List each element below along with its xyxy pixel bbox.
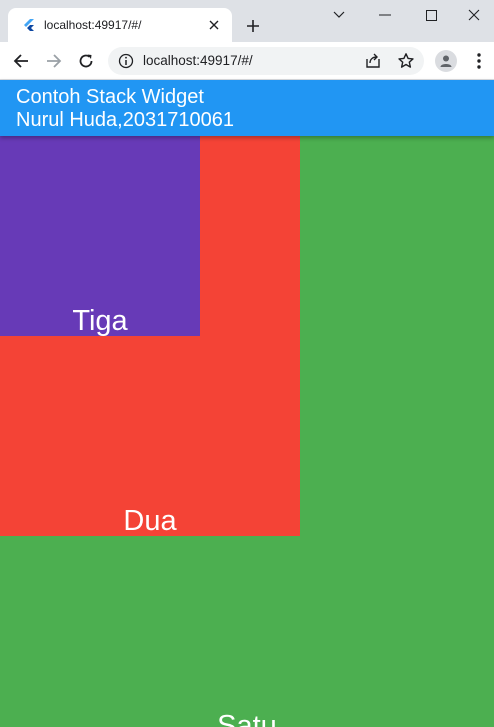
browser-toolbar: localhost:49917/#/ bbox=[0, 42, 494, 80]
url-text[interactable]: localhost:49917/#/ bbox=[143, 53, 253, 68]
forward-arrow-icon[interactable] bbox=[42, 49, 66, 73]
tab-search-icon[interactable] bbox=[316, 4, 362, 26]
box-label-tiga: Tiga bbox=[72, 305, 128, 337]
new-tab-icon[interactable] bbox=[243, 16, 263, 36]
browser-titlebar: localhost:49917/#/ bbox=[0, 0, 494, 42]
info-icon[interactable] bbox=[118, 53, 134, 69]
stack-box-tiga: Tiga bbox=[0, 136, 200, 337]
profile-avatar-icon[interactable] bbox=[435, 50, 457, 72]
back-arrow-icon[interactable] bbox=[9, 49, 33, 73]
flutter-icon bbox=[24, 19, 34, 31]
more-options-icon[interactable] bbox=[470, 51, 488, 71]
app-bar: Contoh Stack Widget Nurul Huda,203171006… bbox=[0, 80, 494, 136]
stack-widget: Satu Dua Tiga bbox=[0, 136, 494, 727]
close-window-icon[interactable] bbox=[454, 4, 494, 26]
star-bookmark-icon[interactable] bbox=[397, 52, 415, 70]
app-bar-title: Contoh Stack Widget Nurul Huda,203171006… bbox=[16, 86, 234, 131]
close-tab-icon[interactable] bbox=[206, 17, 222, 33]
maximize-icon[interactable] bbox=[408, 4, 454, 26]
reload-icon[interactable] bbox=[74, 49, 98, 73]
box-label-satu: Satu bbox=[217, 710, 277, 727]
browser-tab[interactable]: localhost:49917/#/ bbox=[8, 8, 232, 42]
minimize-icon[interactable] bbox=[362, 4, 408, 26]
address-bar[interactable]: localhost:49917/#/ bbox=[108, 47, 424, 75]
box-label-dua: Dua bbox=[123, 505, 177, 537]
tab-title: localhost:49917/#/ bbox=[44, 18, 142, 32]
share-icon[interactable] bbox=[364, 52, 382, 70]
